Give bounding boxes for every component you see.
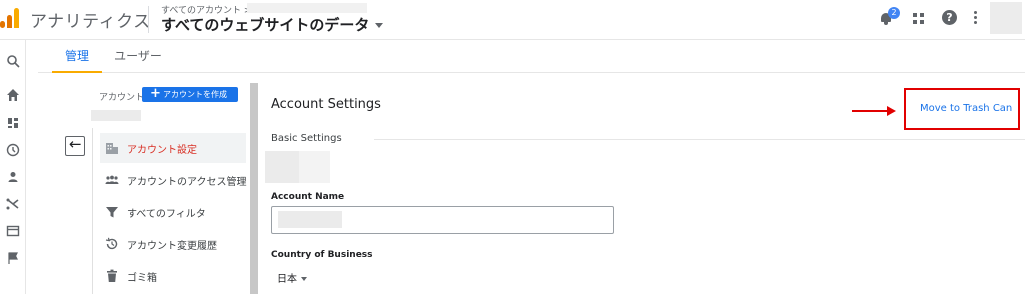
search-icon[interactable] [6, 54, 20, 68]
nav-item-all-filters[interactable]: すべてのフィルタ [100, 197, 246, 227]
filter-icon [106, 207, 118, 218]
plus-icon: + [150, 86, 161, 101]
account-column-label: アカウント [99, 93, 145, 103]
account-id-redacted [265, 151, 330, 183]
annotation-highlight-box [904, 88, 1020, 130]
people-icon [105, 175, 119, 184]
nav-item-label: すべてのフィルタ [127, 209, 206, 220]
dashboard-icon[interactable] [6, 116, 20, 130]
nav-item-label: ゴミ箱 [127, 273, 157, 284]
arrow-left-icon: ← [69, 135, 82, 153]
nav-item-trash[interactable]: ゴミ箱 [100, 261, 246, 291]
notification-count-badge: 2 [888, 7, 900, 19]
audience-person-icon[interactable] [6, 170, 20, 184]
help-icon[interactable]: ? [942, 10, 957, 25]
home-icon[interactable] [6, 88, 20, 102]
building-icon [106, 143, 118, 154]
behavior-icon[interactable] [6, 224, 20, 238]
nav-item-label: アカウント設定 [127, 145, 197, 156]
annotation-arrow-line [852, 110, 888, 112]
back-button[interactable]: ← [65, 135, 85, 156]
page-title: Account Settings [271, 97, 381, 112]
apps-grid-icon[interactable] [913, 13, 924, 24]
acquisition-icon[interactable] [6, 197, 20, 211]
realtime-clock-icon[interactable] [6, 143, 20, 157]
avatar[interactable] [990, 2, 1022, 34]
country-label: Country of Business [271, 250, 373, 260]
account-name-label: Account Name [271, 192, 345, 202]
tab-admin[interactable]: 管理 [52, 40, 102, 73]
tab-user[interactable]: ユーザー [110, 40, 166, 73]
nav-item-change-history[interactable]: アカウント変更履歴 [100, 229, 246, 259]
admin-tabs: 管理 ユーザー [38, 40, 1025, 73]
more-options-icon[interactable] [974, 11, 978, 25]
breadcrumb-redacted-account [247, 3, 367, 13]
property-selector[interactable]: すべてのウェブサイトのデータ [161, 14, 384, 35]
app-title: アナリティクス [30, 12, 151, 32]
country-value: 日本 [277, 274, 297, 285]
account-name-value-redacted [278, 211, 342, 228]
section-divider [374, 139, 1025, 140]
header-divider [148, 6, 149, 33]
create-account-label: アカウントを作成 [163, 90, 227, 99]
left-nav-rail [0, 40, 26, 294]
column-scrollbar[interactable] [250, 83, 258, 294]
account-name-redacted[interactable] [91, 110, 141, 121]
top-bar: アナリティクス すべてのアカウント > すべてのウェブサイトのデータ 2 ? [0, 0, 1025, 40]
property-name: すべてのウェブサイトのデータ [161, 16, 370, 34]
trash-icon [107, 269, 117, 282]
section-heading: Basic Settings [271, 133, 342, 144]
annotation-arrow-head-icon [887, 106, 896, 116]
chevron-down-icon [375, 23, 384, 28]
analytics-logo-icon[interactable] [0, 8, 22, 28]
nav-item-account-access[interactable]: アカウントのアクセス管理 [100, 165, 247, 195]
history-icon [105, 237, 118, 250]
nav-divider [92, 128, 93, 294]
country-select[interactable]: 日本 [277, 270, 307, 285]
nav-item-account-settings[interactable]: アカウント設定 [100, 133, 246, 163]
nav-item-label: アカウントのアクセス管理 [127, 177, 247, 188]
nav-item-label: アカウント変更履歴 [127, 241, 217, 252]
chevron-down-icon [301, 277, 307, 281]
create-account-button[interactable]: + アカウントを作成 [142, 87, 238, 102]
conversions-flag-icon[interactable] [6, 251, 20, 265]
